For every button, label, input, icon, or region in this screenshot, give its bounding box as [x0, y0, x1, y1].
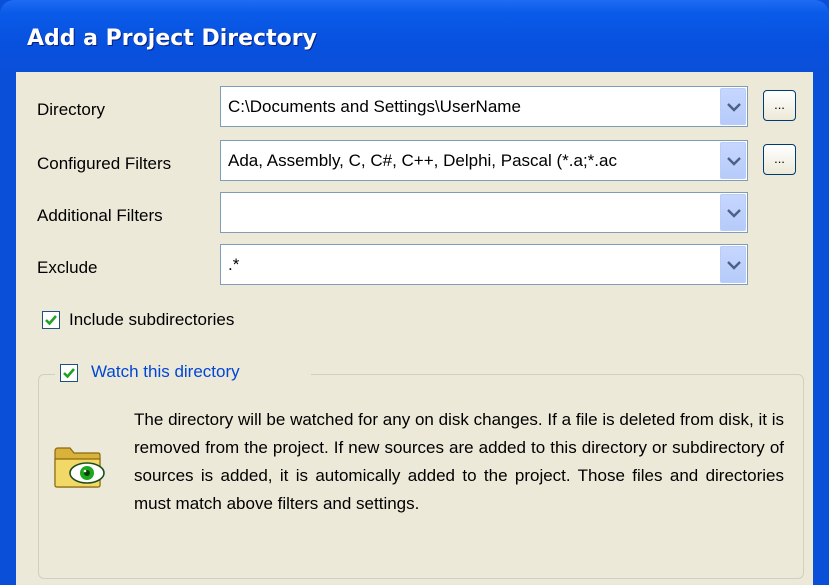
exclude-label: Exclude: [37, 258, 98, 277]
checkmark-icon: [45, 315, 57, 326]
chevron-down-icon: [727, 103, 741, 112]
chevron-down-icon: [727, 209, 741, 218]
chevron-down-icon: [727, 261, 741, 270]
exclude-value: .*: [228, 255, 240, 274]
checkmark-icon: [63, 368, 75, 379]
configured-filters-browse-button[interactable]: ...: [763, 144, 796, 175]
window-title: Add a Project Directory: [27, 26, 317, 51]
exclude-combo[interactable]: .*: [220, 244, 748, 285]
exclude-dropdown-button[interactable]: [720, 246, 746, 283]
directory-dropdown-button[interactable]: [720, 88, 746, 125]
include-subdirectories-checkbox[interactable]: [42, 311, 60, 329]
title-bar[interactable]: Add a Project Directory: [0, 0, 829, 72]
additional-filters-dropdown-button[interactable]: [720, 194, 746, 231]
include-subdirectories-label[interactable]: Include subdirectories: [69, 310, 234, 330]
additional-filters-combo[interactable]: [220, 192, 748, 233]
dialog-window: Add a Project Directory Directory C:\Doc…: [0, 0, 829, 585]
configured-filters-dropdown-button[interactable]: [720, 142, 746, 179]
additional-filters-label: Additional Filters: [37, 206, 163, 225]
configured-filters-label: Configured Filters: [37, 154, 172, 173]
folder-watch-icon: [54, 447, 105, 488]
dialog-body: Directory C:\Documents and Settings\User…: [16, 72, 813, 585]
directory-value: C:\Documents and Settings\UserName: [228, 97, 521, 116]
watch-directory-checkbox[interactable]: [60, 364, 78, 382]
chevron-down-icon: [727, 157, 741, 166]
directory-label: Directory: [37, 100, 106, 119]
configured-filters-combo[interactable]: Ada, Assembly, C, C#, C++, Delphi, Pasca…: [220, 140, 748, 181]
directory-combo[interactable]: C:\Documents and Settings\UserName: [220, 86, 748, 127]
configured-filters-value: Ada, Assembly, C, C#, C++, Delphi, Pasca…: [228, 151, 617, 170]
watch-directory-label[interactable]: Watch this directory: [91, 362, 240, 382]
directory-browse-button[interactable]: ...: [763, 90, 796, 121]
watch-description: The directory will be watched for any on…: [134, 410, 784, 513]
